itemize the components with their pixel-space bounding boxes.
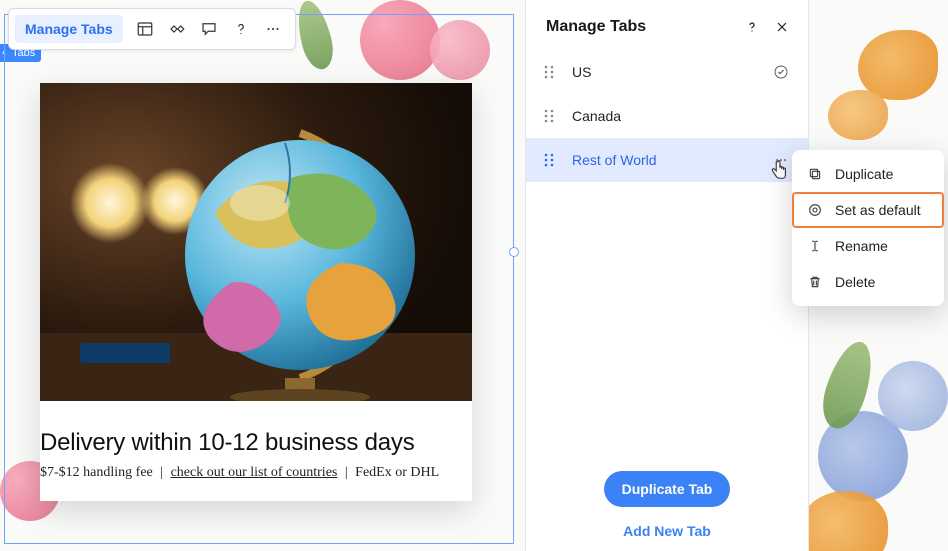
manage-tabs-button[interactable]: Manage Tabs [15,15,123,43]
separator-1: | [160,465,163,480]
countries-link[interactable]: check out our list of countries [171,465,338,480]
drag-handle-icon[interactable] [544,109,558,123]
drag-handle-icon[interactable] [544,65,558,79]
default-badge-icon [772,64,790,80]
panel-close-icon[interactable] [774,19,790,35]
tab-label: Canada [572,108,772,124]
trash-icon [806,273,824,291]
menu-item-label: Duplicate [835,166,893,182]
resize-handle[interactable] [509,247,519,257]
comment-icon[interactable] [193,13,225,45]
animation-icon[interactable] [161,13,193,45]
menu-item-set-default[interactable]: Set as default [792,192,944,228]
tab-row-rest-of-world[interactable]: Rest of World [526,138,808,182]
manage-tabs-panel: Manage Tabs US Canada [526,0,808,551]
duplicate-icon [806,165,824,183]
panel-title: Manage Tabs [546,18,646,36]
tab-row-more-icon[interactable] [772,152,790,168]
menu-item-label: Delete [835,274,875,290]
fee-text: $7-$12 handling fee [40,465,153,480]
floating-toolbar: Manage Tabs [8,8,296,50]
layout-icon[interactable] [129,13,161,45]
panel-footer: Duplicate Tab Add New Tab [526,471,808,551]
content-subtext: $7-$12 handling fee | check out our list… [40,465,456,481]
more-icon[interactable] [257,13,289,45]
content-heading: Delivery within 10-12 business days [40,429,456,457]
tab-row-us[interactable]: US [526,50,808,94]
add-new-tab-button[interactable]: Add New Tab [611,517,723,545]
target-icon [806,201,824,219]
tab-content-card: Delivery within 10-12 business days $7-$… [40,83,472,501]
tab-context-menu: Duplicate Set as default Rename Delete [792,150,944,306]
separator-2: | [345,465,348,480]
menu-item-rename[interactable]: Rename [792,228,944,264]
panel-help-icon[interactable] [744,19,760,35]
text-cursor-icon [806,237,824,255]
content-image [40,83,472,401]
drag-handle-icon[interactable] [544,153,558,167]
help-icon[interactable] [225,13,257,45]
tab-label: US [572,64,772,80]
tab-row-canada[interactable]: Canada [526,94,808,138]
menu-item-delete[interactable]: Delete [792,264,944,300]
menu-item-label: Set as default [835,202,921,218]
menu-item-duplicate[interactable]: Duplicate [792,156,944,192]
menu-item-label: Rename [835,238,888,254]
carrier-text: FedEx or DHL [355,465,439,480]
duplicate-tab-button[interactable]: Duplicate Tab [604,471,731,507]
tabs-list: US Canada Rest of World [526,50,808,182]
tab-label: Rest of World [572,152,772,168]
panel-header: Manage Tabs [526,0,808,50]
